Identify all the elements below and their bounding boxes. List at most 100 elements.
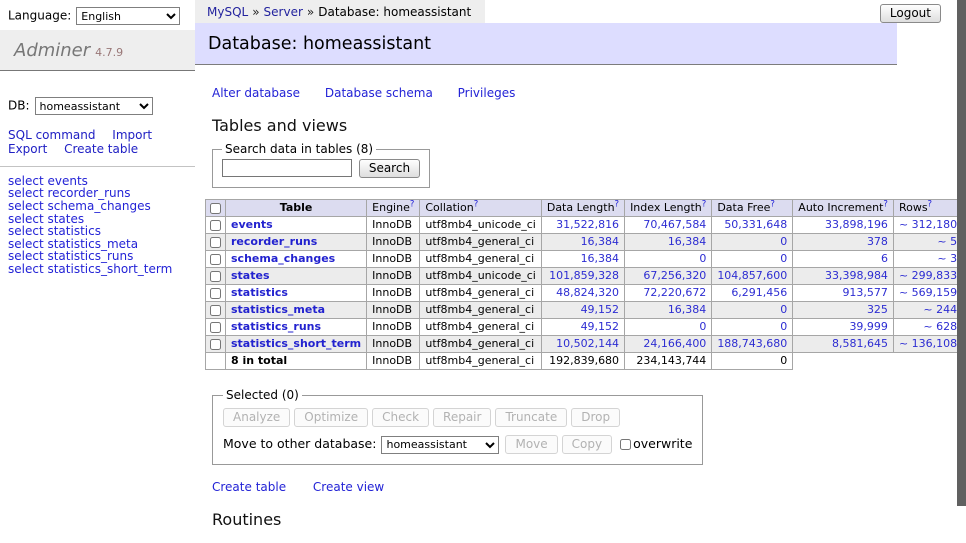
data-free-link[interactable]: 0 bbox=[780, 303, 787, 316]
select-all-checkbox[interactable] bbox=[210, 203, 221, 214]
sidebar-link-create-table[interactable]: Create table bbox=[64, 142, 138, 156]
breadcrumb-link-server[interactable]: Server bbox=[264, 5, 303, 19]
auto-increment-link[interactable]: 6 bbox=[881, 252, 888, 265]
data-length-link[interactable]: 10,502,144 bbox=[556, 337, 619, 350]
auto-increment-link[interactable]: 33,898,196 bbox=[825, 218, 888, 231]
table-name-link[interactable]: statistics bbox=[231, 286, 288, 299]
table-name-link[interactable]: recorder_runs bbox=[231, 235, 317, 248]
overwrite-label[interactable]: overwrite bbox=[633, 436, 692, 451]
rows-count-link[interactable]: ~ 3 bbox=[937, 252, 957, 265]
data-free-link[interactable]: 188,743,680 bbox=[717, 337, 787, 350]
sidebar: Language:English Adminer4.7.9 DB:homeass… bbox=[0, 0, 195, 276]
total-data-free-cell: 0 bbox=[712, 353, 793, 370]
rows-count-link[interactable]: ~ 136,108 bbox=[899, 337, 957, 350]
move-db-select[interactable]: homeassistant bbox=[381, 436, 499, 454]
page-title: Database: homeassistant bbox=[195, 23, 897, 65]
column-header-data-length: Data Length? bbox=[541, 200, 624, 217]
rows-count-link[interactable]: ~ 628 bbox=[923, 320, 957, 333]
row-checkbox[interactable] bbox=[210, 271, 221, 282]
auto-increment-link[interactable]: 8,581,645 bbox=[832, 337, 888, 350]
index-length-link[interactable]: 70,467,584 bbox=[643, 218, 706, 231]
scrollbar-thumb[interactable] bbox=[957, 0, 966, 506]
auto-increment-link[interactable]: 378 bbox=[867, 235, 888, 248]
rows-count-link[interactable]: ~ 244 bbox=[923, 303, 957, 316]
scrollbar-track[interactable] bbox=[957, 0, 966, 543]
help-link[interactable]: ? bbox=[702, 199, 707, 209]
index-length-link[interactable]: 0 bbox=[699, 320, 706, 333]
rows-count-link[interactable]: ~ 312,180 bbox=[899, 218, 957, 231]
sidebar-link-select-statistics[interactable]: select statistics bbox=[8, 225, 187, 238]
row-checkbox[interactable] bbox=[210, 220, 221, 231]
data-free-link[interactable]: 0 bbox=[780, 235, 787, 248]
logout-button[interactable]: Logout bbox=[880, 4, 941, 23]
version-label: 4.7.9 bbox=[95, 46, 123, 59]
index-length-link[interactable]: 16,384 bbox=[668, 235, 707, 248]
sidebar-link-import[interactable]: Import bbox=[112, 128, 152, 142]
table-row: schema_changes InnoDB utf8mb4_general_ci… bbox=[206, 251, 966, 268]
create-view-link[interactable]: Create view bbox=[313, 480, 384, 494]
table-name-link[interactable]: schema_changes bbox=[231, 252, 335, 265]
language-select[interactable]: English bbox=[76, 7, 180, 25]
table-name-link[interactable]: events bbox=[231, 218, 273, 231]
data-length-link[interactable]: 31,522,816 bbox=[556, 218, 619, 231]
table-name-link[interactable]: states bbox=[231, 269, 270, 282]
language-label: Language: bbox=[8, 9, 71, 23]
sidebar-link-export[interactable]: Export bbox=[8, 142, 47, 156]
data-free-link[interactable]: 6,291,456 bbox=[731, 286, 787, 299]
help-link[interactable]: ? bbox=[883, 199, 888, 209]
data-length-link[interactable]: 48,824,320 bbox=[556, 286, 619, 299]
auto-increment-link[interactable]: 325 bbox=[867, 303, 888, 316]
breadcrumb-link-mysql[interactable]: MySQL bbox=[207, 5, 248, 19]
row-checkbox[interactable] bbox=[210, 339, 221, 350]
move-label: Move to other database: bbox=[223, 436, 376, 451]
row-checkbox[interactable] bbox=[210, 288, 221, 299]
row-checkbox[interactable] bbox=[210, 254, 221, 265]
auto-increment-link[interactable]: 39,999 bbox=[849, 320, 888, 333]
row-checkbox[interactable] bbox=[210, 322, 221, 333]
create-table-link[interactable]: Create table bbox=[212, 480, 286, 494]
sidebar-link-select-statistics-short-term[interactable]: select statistics_short_term bbox=[8, 263, 187, 276]
data-free-link[interactable]: 50,331,648 bbox=[724, 218, 787, 231]
data-length-link[interactable]: 16,384 bbox=[581, 252, 620, 265]
data-length-link[interactable]: 49,152 bbox=[581, 320, 620, 333]
drop-button: Drop bbox=[571, 408, 620, 427]
index-length-link[interactable]: 67,256,320 bbox=[643, 269, 706, 282]
data-free-link[interactable]: 104,857,600 bbox=[717, 269, 787, 282]
search-button[interactable]: Search bbox=[359, 159, 420, 178]
column-header-engine: Engine? bbox=[367, 200, 420, 217]
data-length-link[interactable]: 49,152 bbox=[581, 303, 620, 316]
rows-count-link[interactable]: ~ 299,833 bbox=[899, 269, 957, 282]
search-input[interactable] bbox=[222, 159, 352, 177]
help-link[interactable]: ? bbox=[474, 199, 479, 209]
data-free-link[interactable]: 0 bbox=[780, 320, 787, 333]
index-length-link[interactable]: 16,384 bbox=[668, 303, 707, 316]
sidebar-link-select-schema-changes[interactable]: select schema_changes bbox=[8, 200, 187, 213]
auto-increment-link[interactable]: 913,577 bbox=[842, 286, 888, 299]
data-free-link[interactable]: 0 bbox=[780, 252, 787, 265]
data-length-link[interactable]: 101,859,328 bbox=[549, 269, 619, 282]
data-length-link[interactable]: 16,384 bbox=[581, 235, 620, 248]
row-checkbox[interactable] bbox=[210, 305, 221, 316]
engine-cell: InnoDB bbox=[367, 336, 420, 353]
rows-count-link[interactable]: ~ 5 bbox=[937, 235, 957, 248]
db-select[interactable]: homeassistant bbox=[35, 97, 153, 115]
rows-count-link[interactable]: ~ 569,159 bbox=[899, 286, 957, 299]
database-schema-link[interactable]: Database schema bbox=[325, 86, 433, 100]
overwrite-checkbox[interactable] bbox=[620, 439, 631, 450]
help-link[interactable]: ? bbox=[410, 199, 415, 209]
index-length-link[interactable]: 72,220,672 bbox=[643, 286, 706, 299]
table-name-link[interactable]: statistics_meta bbox=[231, 303, 325, 316]
help-link[interactable]: ? bbox=[615, 199, 620, 209]
table-name-link[interactable]: statistics_short_term bbox=[231, 337, 361, 350]
table-name-link[interactable]: statistics_runs bbox=[231, 320, 321, 333]
index-length-link[interactable]: 0 bbox=[699, 252, 706, 265]
privileges-link[interactable]: Privileges bbox=[458, 86, 516, 100]
help-link[interactable]: ? bbox=[770, 199, 775, 209]
alter-database-link[interactable]: Alter database bbox=[212, 86, 300, 100]
index-length-link[interactable]: 24,166,400 bbox=[643, 337, 706, 350]
help-link[interactable]: ? bbox=[928, 199, 933, 209]
row-checkbox[interactable] bbox=[210, 237, 221, 248]
sidebar-link-sql-command[interactable]: SQL command bbox=[8, 128, 95, 142]
adminer-logo[interactable]: Adminer bbox=[14, 40, 90, 61]
auto-increment-link[interactable]: 33,398,984 bbox=[825, 269, 888, 282]
